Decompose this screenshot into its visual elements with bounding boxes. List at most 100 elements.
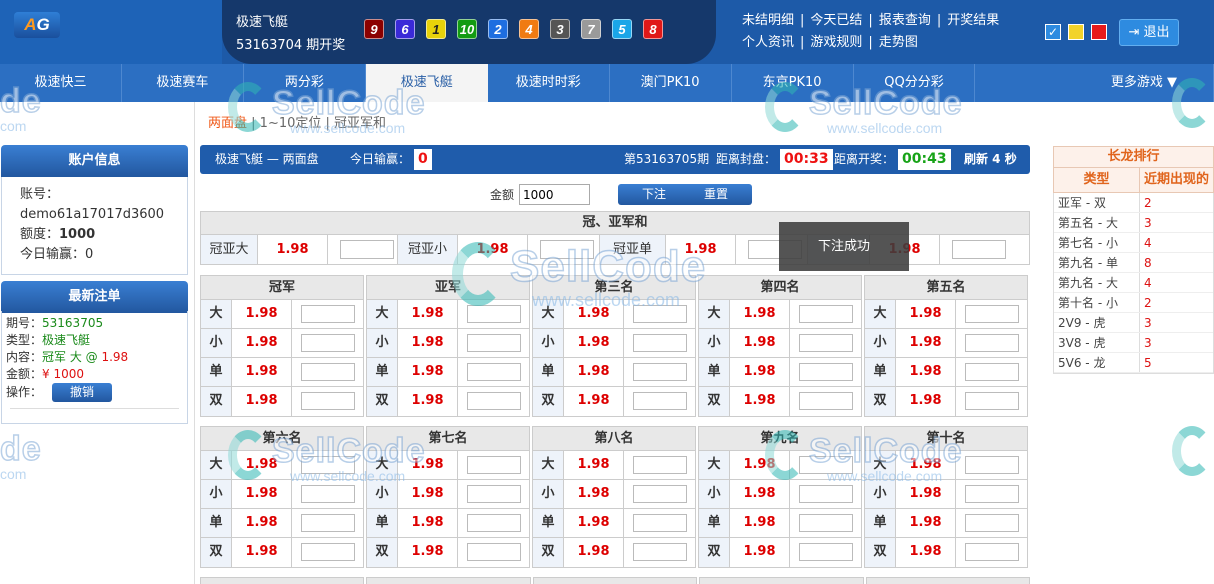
nav-tab[interactable]: 极速飞艇 (365, 64, 488, 102)
bet-option-row[interactable]: 大 1.98 (865, 300, 1027, 329)
bet-option-row[interactable]: 双 1.98 (201, 538, 363, 567)
bet-option-row[interactable]: 小 1.98 (699, 480, 861, 509)
bet-amount-input[interactable] (965, 456, 1019, 474)
sum-bet-input[interactable] (540, 240, 594, 259)
bet-amount-input[interactable] (965, 514, 1019, 532)
top-link[interactable]: 报表查询 (879, 13, 931, 28)
top-link[interactable]: 游戏规则 (810, 35, 862, 50)
theme-swatch[interactable] (1091, 24, 1107, 40)
bet-option-row[interactable]: 大 1.98 (865, 451, 1027, 480)
sum-bet-input[interactable] (340, 240, 394, 259)
nav-tab[interactable]: 东京PK10 (732, 64, 854, 102)
bet-amount-input[interactable] (301, 514, 355, 532)
subnav-item-position[interactable]: 1~10定位 (260, 116, 322, 131)
bet-amount-input[interactable] (965, 392, 1019, 410)
bet-amount-input[interactable] (965, 334, 1019, 352)
bet-amount-input[interactable] (633, 456, 687, 474)
bet-amount-input[interactable] (633, 485, 687, 503)
bet-amount-input[interactable] (799, 543, 853, 561)
amount-input[interactable] (519, 184, 590, 205)
bet-amount-input[interactable] (799, 363, 853, 381)
theme-swatch-checked-icon[interactable]: ✓ (1045, 24, 1061, 40)
bet-option-row[interactable]: 小 1.98 (699, 329, 861, 358)
top-link[interactable]: 今天已结 (810, 13, 862, 28)
bet-option-row[interactable]: 单 1.98 (201, 358, 363, 387)
bet-option-row[interactable]: 大 1.98 (533, 300, 695, 329)
bet-option-row[interactable]: 小 1.98 (367, 329, 529, 358)
bet-option-row[interactable]: 双 1.98 (367, 387, 529, 416)
logout-button[interactable]: ⇥ 退出 (1119, 19, 1179, 46)
bet-option-row[interactable]: 大 1.98 (699, 451, 861, 480)
bet-amount-input[interactable] (301, 334, 355, 352)
bet-amount-input[interactable] (301, 543, 355, 561)
bet-option-row[interactable]: 小 1.98 (367, 480, 529, 509)
cancel-bet-button[interactable]: 撤销 (52, 383, 113, 402)
bet-option-row[interactable]: 双 1.98 (699, 387, 861, 416)
bet-amount-input[interactable] (467, 543, 521, 561)
top-link[interactable]: 开奖结果 (947, 13, 999, 28)
bet-option-row[interactable]: 大 1.98 (201, 451, 363, 480)
bet-amount-input[interactable] (467, 363, 521, 381)
bet-amount-input[interactable] (467, 514, 521, 532)
top-link[interactable]: 个人资讯 (742, 35, 794, 50)
bet-amount-input[interactable] (965, 543, 1019, 561)
bet-amount-input[interactable] (965, 485, 1019, 503)
bet-option-row[interactable]: 单 1.98 (533, 509, 695, 538)
bet-option-row[interactable]: 双 1.98 (367, 538, 529, 567)
bet-option-row[interactable]: 大 1.98 (699, 300, 861, 329)
bet-option-row[interactable]: 大 1.98 (367, 300, 529, 329)
bet-amount-input[interactable] (965, 305, 1019, 323)
nav-tab[interactable]: 极速快三 (0, 64, 122, 102)
bet-option-row[interactable]: 单 1.98 (865, 509, 1027, 538)
nav-tab[interactable]: QQ分分彩 (854, 64, 976, 102)
bet-amount-input[interactable] (633, 363, 687, 381)
bet-option-row[interactable]: 单 1.98 (201, 509, 363, 538)
bet-option-row[interactable]: 单 1.98 (699, 358, 861, 387)
bet-amount-input[interactable] (633, 305, 687, 323)
bet-amount-input[interactable] (467, 305, 521, 323)
bet-option-row[interactable]: 小 1.98 (201, 480, 363, 509)
bet-amount-input[interactable] (467, 392, 521, 410)
bet-amount-input[interactable] (633, 543, 687, 561)
bet-amount-input[interactable] (301, 363, 355, 381)
bet-amount-input[interactable] (799, 334, 853, 352)
bet-amount-input[interactable] (799, 305, 853, 323)
bet-option-row[interactable]: 双 1.98 (865, 538, 1027, 567)
nav-tab[interactable]: 更多游戏 ▼ (975, 64, 1214, 102)
bet-option-row[interactable]: 大 1.98 (201, 300, 363, 329)
bet-amount-input[interactable] (467, 334, 521, 352)
nav-tab[interactable]: 两分彩 (244, 64, 366, 102)
sum-bet-input[interactable] (952, 240, 1006, 259)
bet-amount-input[interactable] (467, 456, 521, 474)
subnav-item-two-sides[interactable]: 两面盘 (208, 116, 247, 131)
bet-option-row[interactable]: 大 1.98 (367, 451, 529, 480)
subnav-item-sum[interactable]: 冠亚军和 (334, 116, 386, 131)
bet-option-row[interactable]: 小 1.98 (865, 329, 1027, 358)
bet-option-row[interactable]: 小 1.98 (533, 480, 695, 509)
bet-amount-input[interactable] (799, 456, 853, 474)
theme-swatch[interactable] (1068, 24, 1084, 40)
nav-tab[interactable]: 极速时时彩 (488, 64, 610, 102)
refresh-timer[interactable]: 刷新 4 秒 (964, 145, 1017, 174)
bet-amount-input[interactable] (633, 334, 687, 352)
bet-amount-input[interactable] (467, 485, 521, 503)
bet-option-row[interactable]: 单 1.98 (533, 358, 695, 387)
bet-amount-input[interactable] (633, 392, 687, 410)
bet-amount-input[interactable] (301, 485, 355, 503)
bet-option-row[interactable]: 单 1.98 (367, 358, 529, 387)
bet-option-row[interactable]: 双 1.98 (201, 387, 363, 416)
bet-amount-input[interactable] (301, 456, 355, 474)
bet-option-row[interactable]: 双 1.98 (533, 387, 695, 416)
bet-option-row[interactable]: 双 1.98 (699, 538, 861, 567)
bet-amount-input[interactable] (799, 392, 853, 410)
top-link[interactable]: 未结明细 (742, 13, 794, 28)
bet-amount-input[interactable] (301, 305, 355, 323)
bet-amount-input[interactable] (799, 514, 853, 532)
bet-option-row[interactable]: 小 1.98 (201, 329, 363, 358)
bet-option-row[interactable]: 单 1.98 (865, 358, 1027, 387)
reset-button[interactable]: 重置 (680, 184, 752, 205)
nav-tab[interactable]: 澳门PK10 (610, 64, 732, 102)
bet-amount-input[interactable] (633, 514, 687, 532)
nav-tab[interactable]: 极速赛车 (122, 64, 244, 102)
bet-option-row[interactable]: 小 1.98 (865, 480, 1027, 509)
